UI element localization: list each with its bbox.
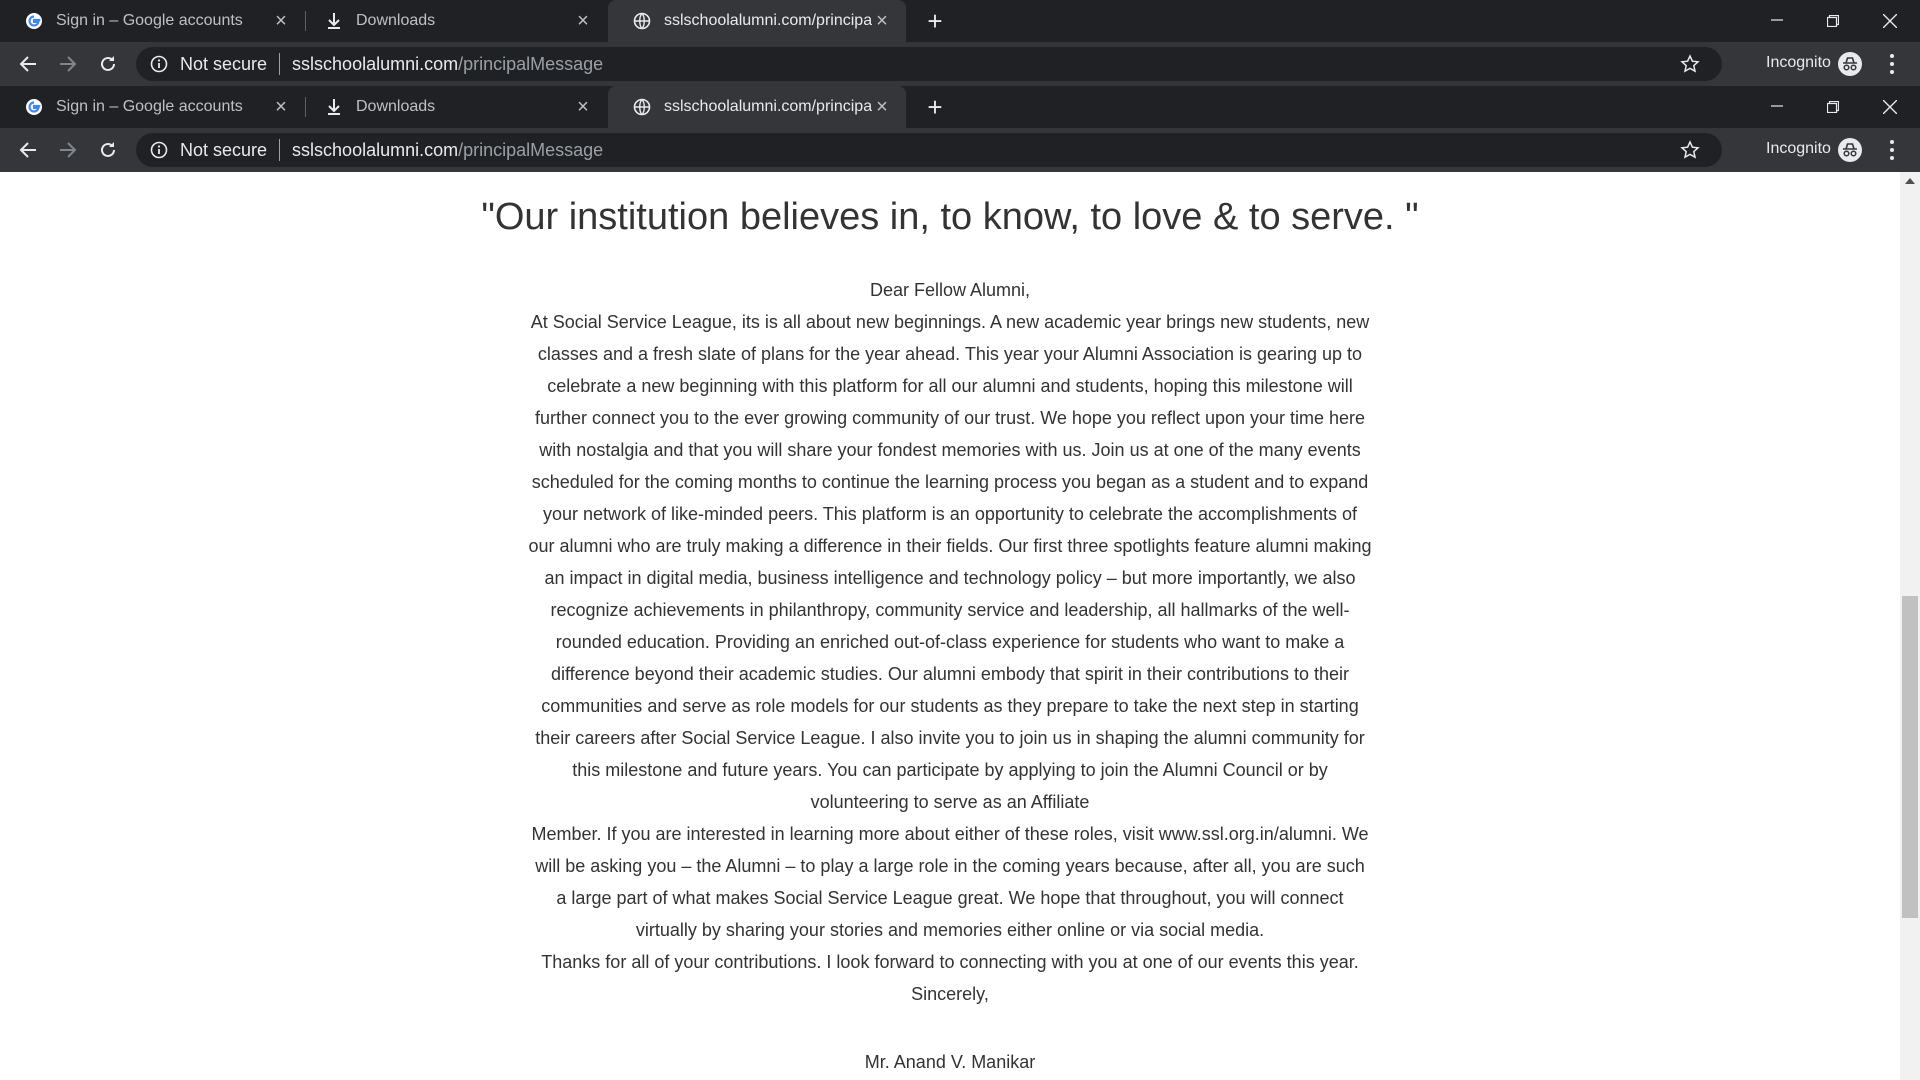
tab-title: Downloads: [356, 98, 436, 115]
globe-icon: [632, 11, 652, 31]
bookmark-star-icon[interactable]: [1680, 140, 1700, 160]
scroll-up-arrow-icon[interactable]: [1905, 178, 1915, 184]
tab-title: sslschoolalumni.com/principalMessage: [664, 98, 872, 115]
signature-name: Mr. Anand V. Manikar: [864, 1052, 1036, 1072]
browser-window-chrome-upper: Sign in – Google accounts × Downloads × …: [0, 0, 1920, 86]
vertical-scrollbar[interactable]: [1900, 172, 1920, 1080]
tab-google-sign-in[interactable]: Sign in – Google accounts ×: [0, 0, 305, 42]
info-icon[interactable]: [150, 55, 168, 73]
url-host[interactable]: sslschoolalumni.com: [292, 140, 458, 161]
tab-title: Sign in – Google accounts: [56, 12, 243, 29]
principal-letter: Dear Fellow Alumni, At Social Service Le…: [528, 274, 1372, 1010]
tab-downloads[interactable]: Downloads ×: [306, 0, 607, 42]
close-tab-icon[interactable]: ×: [872, 97, 892, 117]
close-tab-icon[interactable]: ×: [872, 11, 892, 31]
restore-button[interactable]: [1805, 86, 1861, 128]
close-tab-icon[interactable]: ×: [573, 97, 593, 117]
tab-title: Downloads: [356, 12, 436, 29]
letter-thanks: Thanks for all of your contributions. I …: [541, 952, 1359, 972]
incognito-icon[interactable]: [1838, 52, 1862, 76]
reload-button[interactable]: [92, 134, 124, 166]
url-path[interactable]: /principalMessage: [458, 140, 603, 161]
back-button[interactable]: [12, 48, 44, 80]
close-window-button[interactable]: [1862, 86, 1918, 128]
url-path[interactable]: /principalMessage: [458, 54, 603, 75]
browser-menu-icon[interactable]: [1882, 54, 1902, 74]
browser-toolbar: Not secure sslschoolalumni.com/principal…: [0, 42, 1920, 86]
tab-downloads[interactable]: Downloads ×: [306, 86, 607, 128]
download-icon: [324, 11, 344, 31]
tab-google-sign-in[interactable]: Sign in – Google accounts ×: [0, 86, 305, 128]
globe-icon: [632, 97, 652, 117]
browser-toolbar: Not secure sslschoolalumni.com/principal…: [0, 128, 1920, 172]
divider: [279, 139, 281, 161]
browser-menu-icon[interactable]: [1882, 140, 1902, 160]
google-icon: [24, 11, 44, 31]
incognito-label[interactable]: Incognito: [1766, 54, 1831, 72]
page-headline: "Our institution believes in, to know, t…: [481, 196, 1419, 238]
letter-greeting: Dear Fellow Alumni,: [869, 280, 1031, 300]
tab-title: Sign in – Google accounts: [56, 98, 243, 115]
url-host[interactable]: sslschoolalumni.com: [292, 54, 458, 75]
letter-closing: Sincerely,: [911, 984, 989, 1004]
incognito-label[interactable]: Incognito: [1766, 140, 1831, 158]
close-tab-icon[interactable]: ×: [573, 11, 593, 31]
forward-button[interactable]: [52, 48, 84, 80]
close-window-button[interactable]: [1862, 0, 1918, 42]
info-icon[interactable]: [150, 141, 168, 159]
minimize-button[interactable]: [1749, 86, 1805, 128]
tab-strip: Sign in – Google accounts × Downloads × …: [0, 86, 1920, 128]
new-tab-button[interactable]: +: [923, 94, 947, 120]
browser-window-chrome-lower: Sign in – Google accounts × Downloads × …: [0, 86, 1920, 172]
close-tab-icon[interactable]: ×: [271, 97, 291, 117]
tab-principal-message[interactable]: sslschoolalumni.com/principalMessage ×: [608, 86, 906, 128]
reload-button[interactable]: [92, 48, 124, 80]
restore-button[interactable]: [1805, 0, 1861, 42]
minimize-button[interactable]: [1749, 0, 1805, 42]
letter-body-paragraph: At Social Service League, its is all abo…: [528, 312, 1372, 812]
forward-button[interactable]: [52, 134, 84, 166]
bookmark-star-icon[interactable]: [1680, 54, 1700, 74]
google-icon: [24, 97, 44, 117]
download-icon: [324, 97, 344, 117]
divider: [279, 53, 281, 75]
letter-body-paragraph: Member. If you are interested in learnin…: [531, 824, 1369, 940]
security-label[interactable]: Not secure: [180, 54, 267, 75]
close-tab-icon[interactable]: ×: [271, 11, 291, 31]
incognito-icon[interactable]: [1838, 138, 1862, 162]
security-label[interactable]: Not secure: [180, 140, 267, 161]
tab-title: sslschoolalumni.com/principalMessage: [664, 12, 872, 29]
new-tab-button[interactable]: +: [923, 8, 947, 34]
address-bar[interactable]: Not secure sslschoolalumni.com/principal…: [136, 47, 1722, 81]
tab-principal-message[interactable]: sslschoolalumni.com/principalMessage ×: [608, 0, 906, 42]
address-bar[interactable]: Not secure sslschoolalumni.com/principal…: [136, 133, 1722, 167]
scrollbar-thumb[interactable]: [1902, 596, 1918, 918]
back-button[interactable]: [12, 134, 44, 166]
page-content: "Our institution believes in, to know, t…: [0, 172, 1900, 1080]
tab-strip: Sign in – Google accounts × Downloads × …: [0, 0, 1920, 42]
